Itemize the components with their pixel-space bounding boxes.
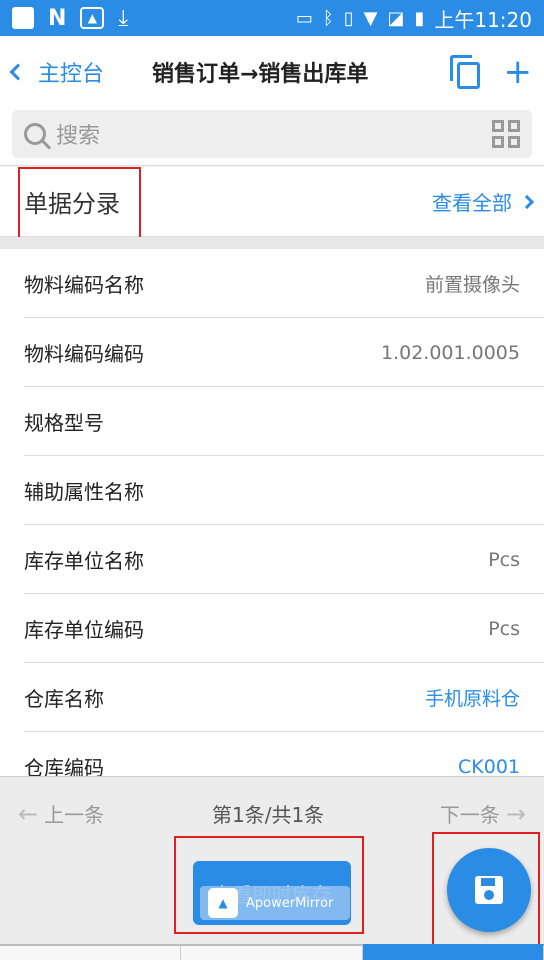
- app-icon: [12, 7, 34, 29]
- prev-label: 上一条: [44, 803, 105, 827]
- copy-icon[interactable]: [449, 55, 480, 89]
- status-bar: N ▲ ⤓ ▭ ᛒ ▯ ▼ ◪ ▮ 上午11:20: [0, 0, 544, 36]
- field-label: 仓库名称: [24, 687, 104, 711]
- highlight-box: [174, 836, 364, 934]
- arrow-left-icon: ←: [18, 799, 39, 828]
- field-value: Pcs: [488, 548, 520, 571]
- status-time: 上午11:20: [434, 7, 532, 32]
- search-input[interactable]: 搜索: [12, 110, 532, 158]
- tab-3[interactable]: [362, 944, 544, 960]
- list-item: 库存单位名称 Pcs: [0, 525, 544, 594]
- entry-detail-list: 物料编码名称 前置摄像头 物料编码编码 1.02.001.0005 规格型号 辅…: [0, 249, 544, 776]
- no-sim-icon: ◪: [387, 7, 405, 29]
- list-item[interactable]: 仓库编码 CK001: [0, 732, 544, 777]
- list-item: 物料编码编码 1.02.001.0005: [0, 318, 544, 387]
- add-icon[interactable]: +: [504, 55, 533, 89]
- field-label: 仓库编码: [24, 756, 104, 776]
- field-label: 库存单位名称: [24, 549, 144, 573]
- next-label: 下一条: [439, 803, 500, 827]
- bottom-tab-strip: [0, 944, 544, 960]
- download-icon: ⤓: [118, 5, 129, 31]
- battery-icon: ▮: [414, 7, 425, 29]
- qr-scan-icon[interactable]: [492, 120, 520, 148]
- field-value: Pcs: [488, 617, 520, 640]
- field-label: 库存单位编码: [24, 618, 144, 642]
- entries-section-header: 单据分录 查看全部: [0, 167, 544, 241]
- list-item: 物料编码名称 前置摄像头: [0, 249, 544, 318]
- search-icon: [24, 123, 46, 145]
- list-item: 规格型号: [0, 387, 544, 456]
- page-info: 第1条/共1条: [212, 803, 325, 827]
- highlight-box: [432, 832, 540, 946]
- view-all-link[interactable]: 查看全部: [432, 187, 535, 216]
- highlight-box: [18, 167, 141, 241]
- field-label: 规格型号: [24, 411, 104, 435]
- page-title: 销售订单→销售出库单: [152, 62, 369, 87]
- warehouse-name-link[interactable]: 手机原料仓: [425, 684, 520, 711]
- vibrate-icon: ▯: [343, 7, 354, 29]
- chevron-left-icon: [9, 63, 27, 81]
- field-value: 前置摄像头: [424, 274, 520, 296]
- field-label: 物料编码名称: [24, 273, 144, 297]
- search-placeholder: 搜索: [56, 124, 101, 149]
- divider: [0, 237, 544, 249]
- next-button[interactable]: 下一条 →: [440, 799, 526, 828]
- tab-1[interactable]: [0, 944, 182, 960]
- prev-button[interactable]: ← 上一条: [18, 799, 104, 828]
- view-all-label: 查看全部: [432, 191, 512, 215]
- field-label: 辅助属性名称: [24, 480, 144, 504]
- list-item[interactable]: 仓库名称 手机原料仓: [0, 663, 544, 732]
- back-label: 主控台: [38, 62, 105, 87]
- list-item: 库存单位编码 Pcs: [0, 594, 544, 663]
- cast-icon: ▭: [295, 7, 313, 29]
- field-value: 1.02.001.0005: [380, 341, 520, 364]
- chevron-right-icon: [519, 194, 535, 209]
- bluetooth-icon: ᛒ: [322, 7, 334, 29]
- tab-2[interactable]: [181, 944, 363, 960]
- nav-bar: 主控台 销售订单→销售出库单 +: [0, 36, 544, 108]
- search-bar: 搜索: [0, 108, 544, 166]
- n-icon: N: [48, 5, 67, 31]
- field-label: 物料编码编码: [24, 342, 144, 366]
- arrow-right-icon: →: [505, 799, 526, 828]
- wifi-icon: ▼: [363, 7, 378, 29]
- mirror-icon: ▲: [80, 7, 105, 29]
- back-button[interactable]: 主控台: [9, 56, 105, 88]
- warehouse-code-link[interactable]: CK001: [458, 756, 520, 777]
- list-item: 辅助属性名称: [0, 456, 544, 525]
